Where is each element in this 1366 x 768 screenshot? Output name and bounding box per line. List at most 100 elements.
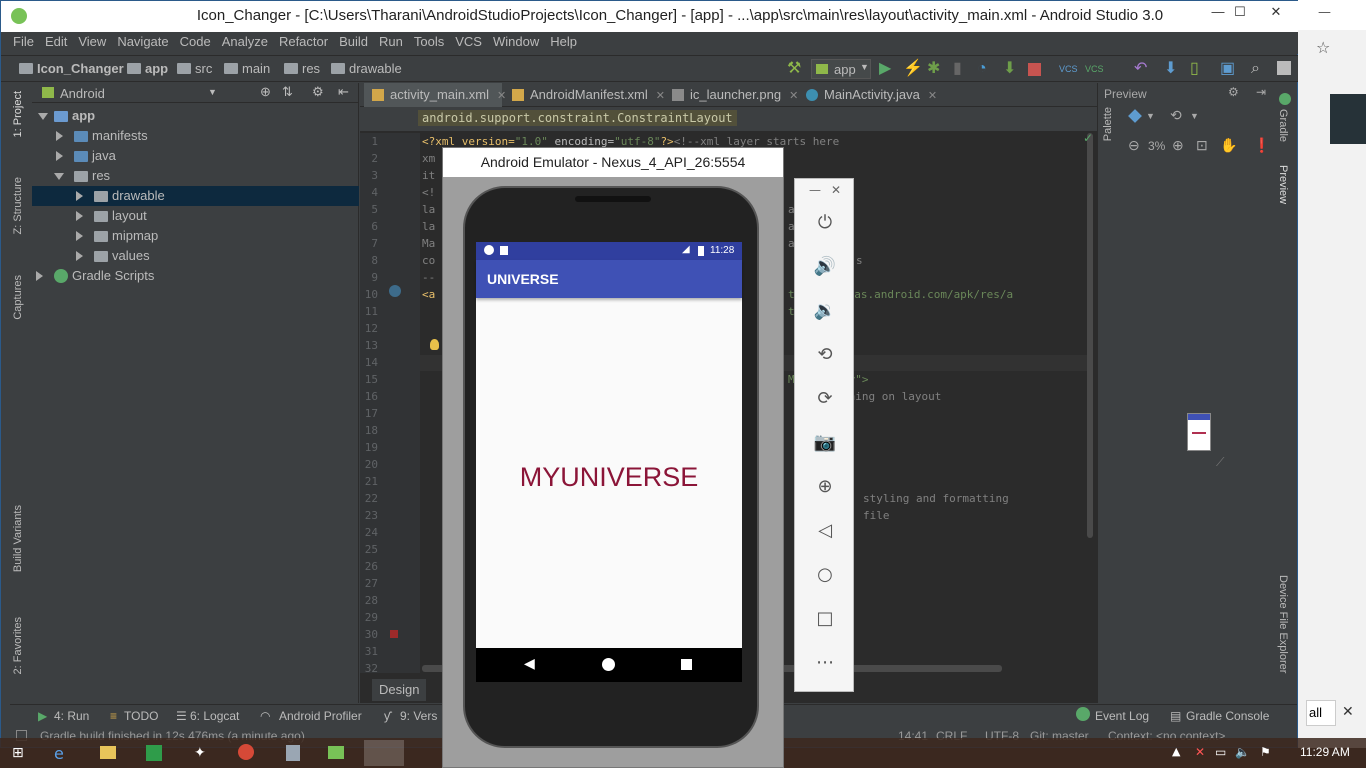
tab-palette[interactable]: Palette (1102, 107, 1114, 141)
close-tab-icon[interactable]: ✕ (789, 90, 798, 102)
breadcrumb-src[interactable]: src (177, 61, 212, 76)
tab-gradle[interactable]: Gradle (1277, 109, 1289, 142)
breadcrumb-app[interactable]: app (127, 61, 168, 76)
gear-icon[interactable]: ⚙ (1228, 85, 1239, 99)
browser-button-fragment[interactable]: all (1306, 700, 1336, 726)
expand-arrow-icon[interactable] (38, 113, 48, 120)
layers-icon[interactable] (1128, 109, 1142, 123)
close-button[interactable]: ✕ (1259, 1, 1293, 23)
volume-icon[interactable]: 🔈 (1235, 745, 1250, 759)
start-icon[interactable]: ⊞ (12, 745, 24, 761)
stop-icon[interactable] (1028, 63, 1041, 76)
tab-captures[interactable]: Captures (12, 275, 24, 320)
tree-item-res[interactable]: res (32, 166, 359, 186)
logcat-icon[interactable]: ☰ (176, 709, 187, 723)
maximize-button[interactable]: ☐ (1223, 1, 1257, 23)
home-icon[interactable]: ○ (813, 563, 837, 587)
collapse-icon[interactable]: ⇅ (282, 84, 293, 100)
run-config-select[interactable]: app ▼ (811, 59, 871, 79)
zoom-fit-icon[interactable]: ⊡ (1196, 137, 1208, 154)
zoom-icon[interactable]: ⊕ (813, 475, 837, 499)
event-log-icon[interactable] (1076, 707, 1090, 721)
android-studio-taskbar-icon[interactable] (328, 746, 344, 759)
close-icon[interactable]: ✕ (1342, 704, 1354, 720)
tray-chevron-icon[interactable]: ▲ (1172, 745, 1180, 758)
resize-handle-icon[interactable]: ⟋ (1216, 455, 1224, 470)
chevron-down-icon[interactable]: ▼ (1146, 111, 1155, 121)
menu-refactor[interactable]: Refactor (273, 32, 333, 49)
vcs-icon[interactable]: ƴ (384, 709, 390, 723)
chevron-down-icon[interactable]: ▼ (1190, 111, 1199, 121)
expand-arrow-icon[interactable] (76, 211, 83, 221)
vcs-commit-icon[interactable]: VCS (1085, 61, 1104, 77)
project-view-select[interactable]: Android (60, 86, 105, 101)
design-tab[interactable]: Design (372, 679, 427, 701)
menu-navigate[interactable]: Navigate (111, 32, 173, 49)
back-icon[interactable]: ◀ (524, 656, 535, 672)
run-icon[interactable]: ▶ (879, 61, 895, 77)
menu-file[interactable]: File (1, 32, 39, 49)
volume-up-icon[interactable]: 🔊 (813, 255, 837, 279)
minimize-button[interactable]: — (1318, 5, 1331, 20)
profiler-icon[interactable]: ◠ (260, 709, 270, 723)
rotate-left-icon[interactable]: ⟲ (813, 343, 837, 367)
emulator-title[interactable]: Android Emulator - Nexus_4_API_26:5554 (443, 148, 783, 177)
tab-device-file-explorer[interactable]: Device File Explorer (1277, 575, 1289, 673)
phone-screen[interactable]: ◢ 11:28 UNIVERSE MYUNIVERSE (476, 242, 742, 648)
tree-item-app[interactable]: app (32, 106, 359, 126)
menu-edit[interactable]: Edit (39, 32, 72, 49)
power-icon[interactable]: ⏻ (813, 211, 837, 235)
breakpoint-icon[interactable] (390, 630, 398, 638)
tab-build-variants[interactable]: Build Variants (12, 505, 24, 572)
hide-icon[interactable]: ⇥ (1256, 85, 1266, 99)
expand-arrow-icon[interactable] (76, 251, 83, 261)
expand-arrow-icon[interactable] (56, 151, 63, 161)
clock[interactable]: 11:29 AM (1300, 745, 1350, 759)
sync-icon[interactable]: ⊕ (260, 84, 271, 100)
menu-tools[interactable]: Tools (408, 32, 449, 49)
menu-run[interactable]: Run (373, 32, 408, 49)
expand-arrow-icon[interactable] (56, 131, 63, 141)
apply-changes-icon[interactable]: ⚡ (903, 61, 923, 77)
lightbulb-icon[interactable] (430, 339, 439, 350)
menu-vcs[interactable]: VCS (449, 32, 487, 49)
close-tab-icon[interactable]: ✕ (928, 90, 937, 102)
back-icon[interactable]: ◁ (813, 519, 837, 543)
editor-breadcrumb[interactable]: android.support.constraint.ConstraintLay… (418, 110, 737, 126)
network-icon[interactable]: ✕ (1195, 745, 1205, 759)
expand-arrow-icon[interactable] (54, 173, 64, 180)
tab-structure[interactable]: Z: Structure (12, 177, 24, 234)
todo-icon[interactable]: ≡ (110, 709, 117, 723)
tool-run[interactable]: 4: Run (54, 709, 89, 723)
gradle-console-icon[interactable]: ▤ (1170, 709, 1181, 723)
search-icon[interactable]: ⌕ (1251, 61, 1267, 77)
expand-arrow-icon[interactable] (36, 271, 43, 281)
tree-item-layout[interactable]: layout (32, 206, 359, 226)
tab-activity-main-xml[interactable]: activity_main.xml ✕ (364, 83, 506, 107)
minimize-button[interactable]: — (809, 183, 821, 197)
avatar-icon[interactable] (1277, 61, 1291, 75)
home-icon[interactable] (602, 658, 615, 671)
gear-icon[interactable]: ⚙ (312, 84, 324, 100)
ie-icon[interactable]: e (54, 744, 64, 763)
battery-icon[interactable]: ▭ (1215, 745, 1226, 759)
tool-logcat[interactable]: 6: Logcat (190, 709, 239, 723)
tab-favorites[interactable]: 2: Favorites (12, 617, 24, 674)
tab-mainactivity-java[interactable]: MainActivity.java ✕ (798, 83, 938, 107)
sync-gradle-icon[interactable]: ⬇ (1164, 61, 1180, 77)
layout-preview-thumbnail[interactable] (1187, 413, 1211, 451)
project-structure-icon[interactable]: ▣ (1220, 61, 1236, 77)
volume-down-icon[interactable]: 🔉 (813, 299, 837, 323)
overview-icon[interactable]: □ (813, 607, 837, 631)
attach-icon[interactable]: ⬇ (1003, 61, 1019, 77)
menu-window[interactable]: Window (487, 32, 544, 49)
make-project-icon[interactable]: ⚒ (787, 61, 803, 77)
debug-icon[interactable]: ✱ (927, 61, 943, 77)
attach-debugger-icon[interactable]: ▮ (953, 61, 969, 77)
breadcrumb-project[interactable]: Icon_Changer (19, 61, 124, 76)
tree-item-gradle-scripts[interactable]: Gradle Scripts (32, 266, 359, 286)
tool-event-log[interactable]: Event Log (1095, 709, 1149, 723)
file-icon[interactable] (286, 745, 300, 761)
menu-analyze[interactable]: Analyze (216, 32, 273, 49)
tool-version-control[interactable]: 9: Vers (400, 709, 437, 723)
